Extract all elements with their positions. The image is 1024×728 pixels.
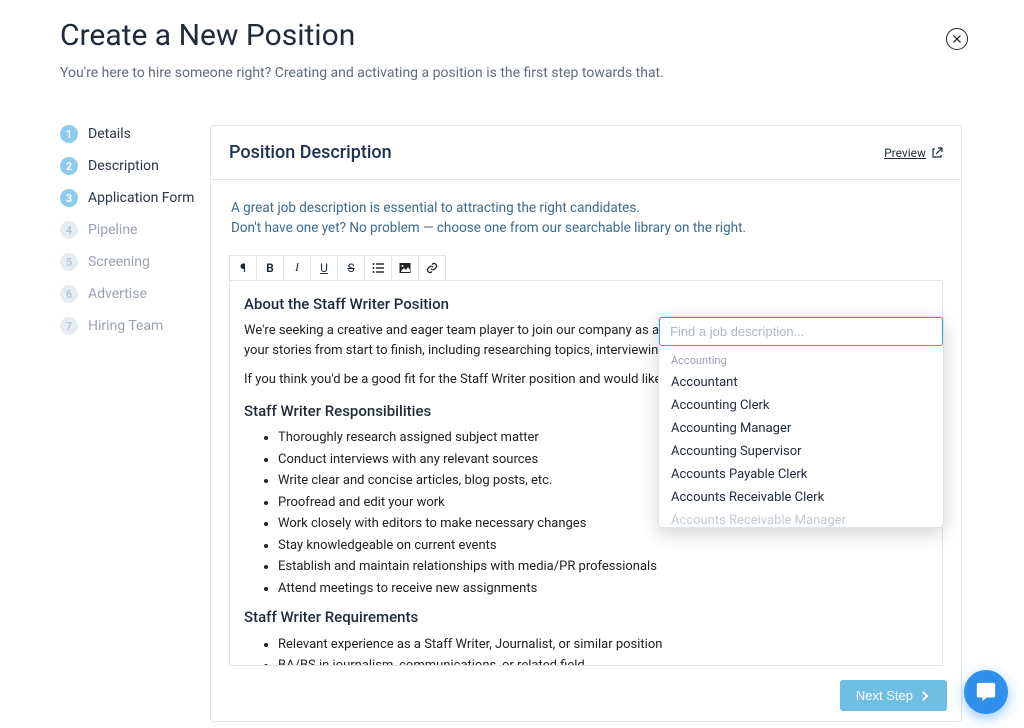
step-screening[interactable]: 5 Screening [60, 253, 210, 271]
link-icon [426, 262, 438, 274]
close-icon [953, 34, 961, 44]
dropdown-item[interactable]: Accounting Clerk [659, 394, 943, 417]
list-item: BA/BS in journalism, communications, or … [278, 656, 928, 666]
step-details[interactable]: 1 Details [60, 125, 210, 143]
step-application-form[interactable]: 3 Application Form [60, 189, 210, 207]
strike-button[interactable]: S [338, 256, 365, 280]
dropdown-item[interactable]: Accounts Payable Clerk [659, 463, 943, 486]
step-label: Description [88, 158, 159, 174]
panel-footer: Next Step [210, 670, 962, 722]
step-pipeline[interactable]: 4 Pipeline [60, 221, 210, 239]
dropdown-item[interactable]: Accounting Supervisor [659, 440, 943, 463]
list-item: Stay knowledgeable on current events [278, 536, 928, 556]
step-number: 2 [60, 157, 78, 175]
job-description-dropdown: Accounting AccountantAccounting ClerkAcc… [658, 316, 944, 528]
preview-label: Preview [884, 146, 926, 160]
dropdown-group-label: Accounting [659, 346, 943, 371]
editor-toolbar: ¶ B I U S [229, 255, 446, 280]
step-number: 5 [60, 253, 78, 271]
close-button[interactable] [946, 28, 968, 50]
job-description-search-input[interactable] [659, 317, 943, 346]
list-item: Relevant experience as a Staff Writer, J… [278, 635, 928, 655]
step-description[interactable]: 2 Description [60, 157, 210, 175]
step-label: Application Form [88, 190, 194, 206]
step-number: 3 [60, 189, 78, 207]
paragraph-button[interactable]: ¶ [230, 256, 257, 280]
next-step-button[interactable]: Next Step [840, 680, 947, 711]
list-button[interactable] [365, 256, 392, 280]
list-item: Establish and maintain relationships wit… [278, 557, 928, 577]
external-link-icon [931, 147, 943, 159]
list-item: Attend meetings to receive new assignmen… [278, 579, 928, 599]
step-advertise[interactable]: 6 Advertise [60, 285, 210, 303]
step-number: 4 [60, 221, 78, 239]
dropdown-item[interactable]: Accounts Receivable Clerk [659, 486, 943, 509]
preview-link[interactable]: Preview [884, 146, 943, 160]
step-label: Details [88, 126, 131, 142]
step-number: 6 [60, 285, 78, 303]
step-list: 1 Details 2 Description 3 Application Form 4 Pi… [0, 125, 210, 685]
dropdown-item[interactable]: Accounting Manager [659, 417, 943, 440]
next-step-label: Next Step [856, 688, 913, 703]
chat-widget-button[interactable] [964, 670, 1008, 714]
page-subtitle: You're here to hire someone right? Creat… [60, 65, 964, 81]
italic-button[interactable]: I [284, 256, 311, 280]
requirements-list: Relevant experience as a Staff Writer, J… [244, 635, 928, 666]
dropdown-item[interactable]: Accounts Receivable Manager [659, 509, 943, 527]
bold-button[interactable]: B [257, 256, 284, 280]
list-icon [372, 262, 384, 274]
editor-heading-requirements: Staff Writer Requirements [244, 606, 928, 629]
step-hiring-team[interactable]: 7 Hiring Team [60, 317, 210, 335]
image-icon [399, 262, 411, 274]
step-number: 7 [60, 317, 78, 335]
step-label: Pipeline [88, 222, 138, 238]
dropdown-item[interactable]: Accountant [659, 371, 943, 394]
step-label: Advertise [88, 286, 147, 302]
step-label: Hiring Team [88, 318, 163, 334]
image-button[interactable] [392, 256, 419, 280]
intro-text: A great job description is essential to … [231, 198, 941, 239]
step-label: Screening [88, 254, 150, 270]
underline-button[interactable]: U [311, 256, 338, 280]
step-number: 1 [60, 125, 78, 143]
panel-title: Position Description [229, 142, 392, 163]
editor-heading-about: About the Staff Writer Position [244, 293, 928, 316]
chevron-right-icon [919, 690, 931, 702]
page-title: Create a New Position [60, 18, 964, 53]
chat-icon [975, 681, 997, 703]
link-button[interactable] [419, 256, 445, 280]
